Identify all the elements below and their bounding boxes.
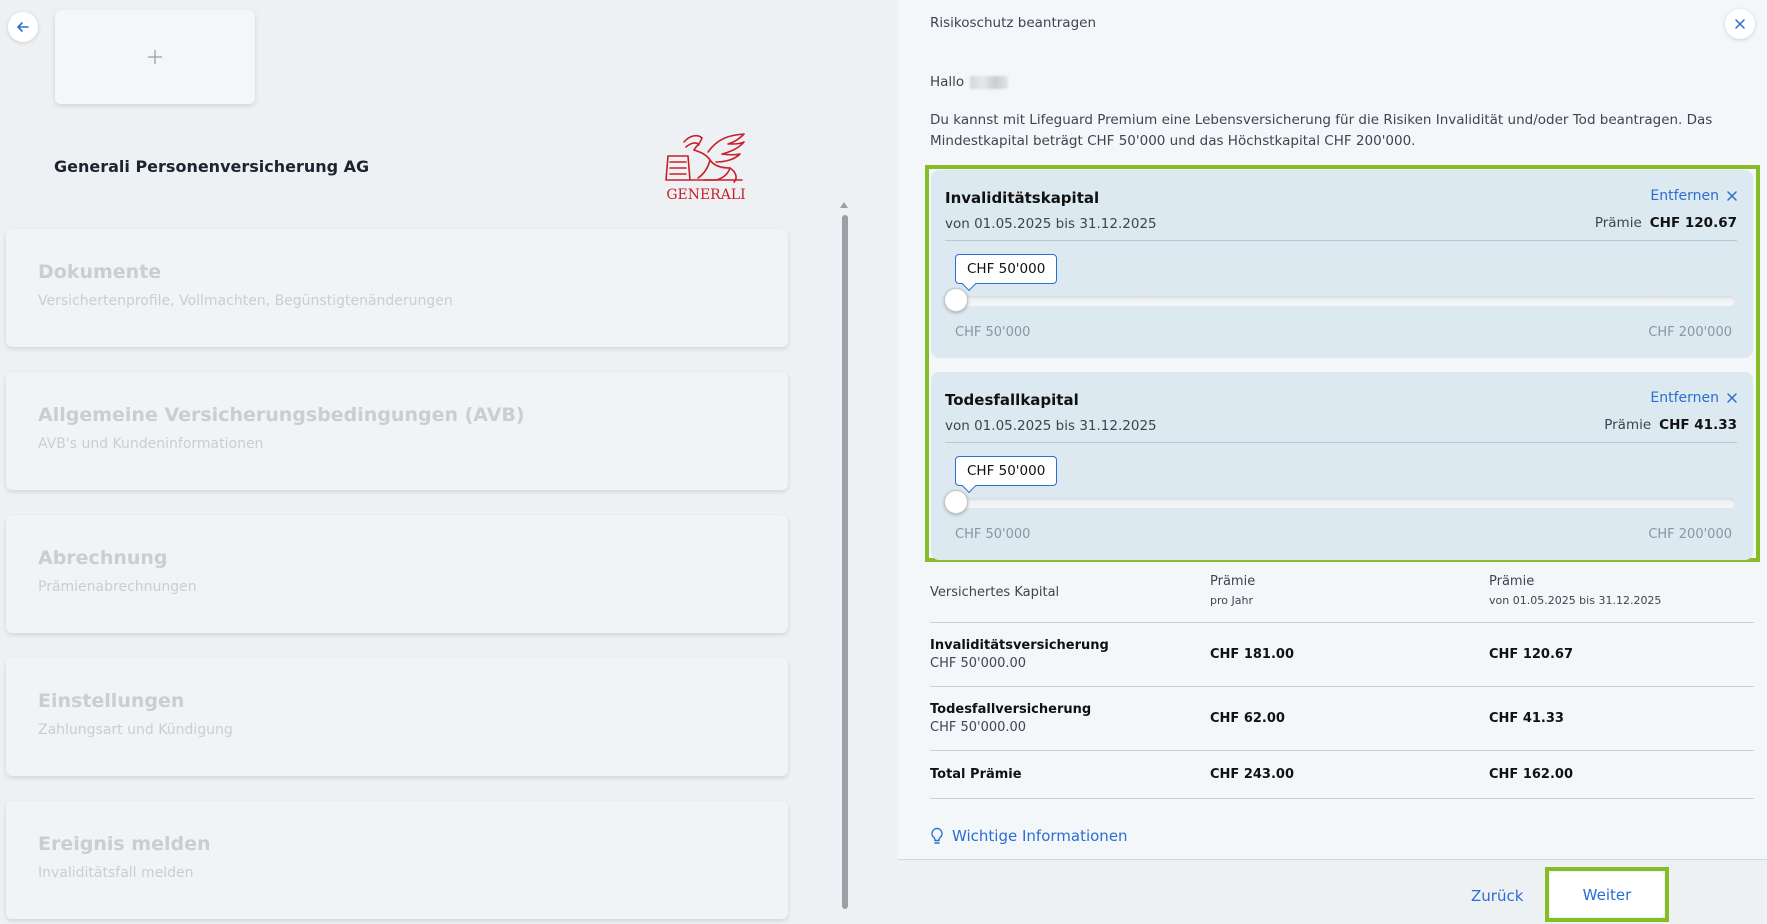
greeting-text: Hallo [930, 74, 965, 90]
row-capital: CHF 50'000.00 [930, 720, 1027, 735]
divider [945, 240, 1737, 241]
greeting: Hallo [930, 74, 1009, 90]
arrow-left-icon [17, 22, 29, 32]
back-button[interactable]: Zurück [1471, 887, 1523, 905]
header-label: Prämie [1210, 574, 1256, 589]
back-arrow-button[interactable] [8, 12, 38, 42]
cover-title: Invaliditätskapital [945, 189, 1100, 207]
header-sublabel: von 01.05.2025 bis 31.12.2025 [1489, 594, 1662, 607]
dialog-footer: Zurück Weiter [898, 859, 1767, 924]
premium-value: CHF 120.67 [1649, 215, 1737, 231]
row-insurance: Todesfallversicherung CHF 50'000.00 [930, 702, 1210, 735]
header-sublabel: pro Jahr [1210, 594, 1253, 607]
slider-value-tooltip: CHF 50'000 [955, 456, 1058, 486]
risk-protection-dialog: Risikoschutz beantragen Hallo Du kannst … [898, 0, 1767, 924]
premium-summary-table: Versichertes Kapital Prämie pro Jahr Prä… [930, 562, 1754, 799]
premium-label: Prämie [1604, 417, 1652, 433]
next-button[interactable]: Weiter [1550, 872, 1664, 917]
table-row: Invaliditätsversicherung CHF 50'000.00 C… [930, 623, 1754, 687]
remove-label: Entfernen [1650, 390, 1719, 406]
menu-title: Ereignis melden [38, 833, 211, 855]
scrollbar-thumb[interactable] [842, 215, 848, 909]
row-name: Todesfallversicherung [930, 702, 1092, 717]
cover-card-invaliditaet: Invaliditätskapital Entfernen von 01.05.… [931, 170, 1753, 358]
close-button[interactable] [1725, 9, 1755, 39]
remove-button[interactable]: Entfernen [1650, 188, 1737, 204]
menu-title: Dokumente [38, 261, 162, 283]
dialog-title: Risikoschutz beantragen [930, 15, 1097, 31]
total-premium-period: CHF 162.00 [1489, 767, 1573, 782]
plus-icon [148, 50, 162, 64]
scroll-up-icon[interactable] [840, 202, 848, 208]
close-icon [1727, 393, 1737, 403]
menu-subtitle: AVB's und Kundeninformationen [38, 436, 264, 452]
slider-max-label: CHF 200'000 [1648, 527, 1732, 542]
cover-period: von 01.05.2025 bis 31.12.2025 [945, 418, 1157, 434]
capital-slider-track[interactable] [955, 296, 1735, 306]
cover-premium: Prämie CHF 41.33 [1604, 417, 1737, 433]
premium-label: Prämie [1594, 215, 1642, 231]
lightbulb-icon [931, 827, 943, 844]
important-info-link[interactable]: Wichtige Informationen [930, 827, 1128, 845]
row-premium-period: CHF 120.67 [1489, 647, 1573, 662]
menu-title: Allgemeine Versicherungsbedingungen (AVB… [38, 404, 525, 426]
company-name: Generali Personenversicherung AG [54, 157, 370, 176]
row-capital: CHF 50'000.00 [930, 656, 1027, 671]
cover-premium: Prämie CHF 120.67 [1595, 215, 1737, 231]
cover-period: von 01.05.2025 bis 31.12.2025 [945, 216, 1157, 232]
generali-logo: GENERALI [665, 133, 746, 203]
menu-title: Abrechnung [38, 547, 168, 569]
cover-title: Todesfallkapital [945, 391, 1079, 409]
menu-title: Einstellungen [38, 690, 185, 712]
table-row: Todesfallversicherung CHF 50'000.00 CHF … [930, 687, 1754, 751]
cover-card-todesfall: Todesfallkapital Entfernen von 01.05.202… [931, 372, 1753, 560]
intro-text: Du kannst mit Lifeguard Premium eine Leb… [930, 112, 1713, 149]
row-premium-period: CHF 41.33 [1489, 711, 1564, 726]
slider-value-tooltip: CHF 50'000 [955, 254, 1058, 284]
premium-value: CHF 41.33 [1659, 417, 1737, 433]
menu-subtitle: Versichertenprofile, Vollmachten, Begüns… [38, 293, 453, 309]
close-icon [1727, 191, 1737, 201]
header-premium-year: Prämie pro Jahr [1210, 574, 1489, 622]
header-premium-period: Prämie von 01.05.2025 bis 31.12.2025 [1489, 574, 1754, 622]
add-card[interactable] [55, 10, 255, 104]
slider-max-label: CHF 200'000 [1648, 325, 1732, 340]
capital-slider-thumb[interactable] [944, 288, 968, 312]
background-panel: Generali Personenversicherung AG GENERAL… [0, 0, 898, 924]
menu-subtitle: Invaliditätsfall melden [38, 865, 194, 881]
menu-card-dokumente[interactable]: Dokumente Versichertenprofile, Vollmacht… [6, 229, 788, 347]
table-total-row: Total Prämie CHF 243.00 CHF 162.00 [930, 751, 1754, 799]
menu-subtitle: Zahlungsart und Kündigung [38, 722, 233, 738]
remove-label: Entfernen [1650, 188, 1719, 204]
close-icon [1735, 19, 1745, 29]
row-premium-year: CHF 181.00 [1210, 647, 1294, 662]
row-premium-year: CHF 62.00 [1210, 711, 1285, 726]
row-name: Invaliditätsversicherung [930, 638, 1109, 653]
row-insurance: Invaliditätsversicherung CHF 50'000.00 [930, 638, 1210, 671]
capital-slider-track[interactable] [955, 498, 1735, 508]
redacted-name [970, 75, 1009, 89]
menu-card-abrechnung[interactable]: Abrechnung Prämienabrechnungen [6, 515, 788, 633]
header-label: Prämie [1489, 574, 1535, 589]
logo-text: GENERALI [666, 187, 745, 203]
capital-slider-thumb[interactable] [944, 490, 968, 514]
remove-button[interactable]: Entfernen [1650, 390, 1737, 406]
total-label: Total Prämie [930, 767, 1022, 782]
header-capital: Versichertes Kapital [930, 585, 1060, 600]
divider [945, 442, 1737, 443]
table-header: Versichertes Kapital Prämie pro Jahr Prä… [930, 562, 1754, 623]
info-link-label: Wichtige Informationen [952, 827, 1128, 845]
menu-subtitle: Prämienabrechnungen [38, 579, 197, 595]
menu-card-avb[interactable]: Allgemeine Versicherungsbedingungen (AVB… [6, 372, 788, 490]
menu-card-ereignis[interactable]: Ereignis melden Invaliditätsfall melden [6, 801, 788, 919]
slider-min-label: CHF 50'000 [955, 325, 1031, 340]
menu-card-einstellungen[interactable]: Einstellungen Zahlungsart und Kündigung [6, 658, 788, 776]
slider-min-label: CHF 50'000 [955, 527, 1031, 542]
total-premium-year: CHF 243.00 [1210, 767, 1294, 782]
